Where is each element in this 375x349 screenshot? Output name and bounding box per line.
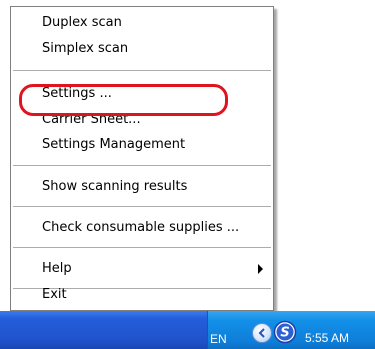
taskbar-background	[0, 311, 207, 349]
menu-item-label: Settings Management	[42, 137, 186, 152]
clock[interactable]: 5:55 AM	[305, 331, 349, 345]
menu-item-settings[interactable]: Settings ...	[11, 82, 273, 106]
scanner-s-icon[interactable]: S	[273, 320, 297, 344]
menu-item-carrier-sheet[interactable]: Carrier Sheet...	[11, 108, 273, 132]
menu-separator	[13, 70, 271, 72]
menu-item-simplex-scan[interactable]: Simplex scan	[11, 37, 273, 61]
menu-separator	[13, 206, 271, 208]
menu-item-label: Settings ...	[42, 86, 112, 101]
menu-item-show-scanning-results[interactable]: Show scanning results	[11, 175, 273, 199]
context-menu: Duplex scan Simplex scan Settings ... Ca…	[10, 6, 274, 311]
menu-item-label: Help	[42, 261, 72, 276]
menu-item-help[interactable]: Help	[11, 257, 273, 281]
menu-item-label: Show scanning results	[42, 179, 188, 194]
menu-separator	[13, 165, 271, 167]
submenu-arrow-icon	[258, 264, 263, 274]
show-hidden-icons-chevron-icon[interactable]	[252, 323, 272, 343]
menu-item-label: Duplex scan	[42, 15, 122, 30]
menu-item-settings-management[interactable]: Settings Management	[11, 133, 273, 157]
menu-item-label: Check consumable supplies ...	[42, 220, 240, 235]
menu-item-label: Simplex scan	[42, 41, 129, 56]
menu-item-label: Carrier Sheet...	[42, 112, 141, 127]
menu-separator	[13, 247, 271, 249]
svg-text:S: S	[280, 326, 289, 341]
taskbar: EN S 5:55 AM	[0, 311, 375, 349]
menu-item-duplex-scan[interactable]: Duplex scan	[11, 11, 273, 35]
menu-item-exit[interactable]: Exit	[11, 283, 273, 307]
language-indicator[interactable]: EN	[210, 332, 227, 346]
menu-item-check-consumable-supplies[interactable]: Check consumable supplies ...	[11, 216, 273, 240]
menu-item-label: Exit	[42, 287, 67, 302]
